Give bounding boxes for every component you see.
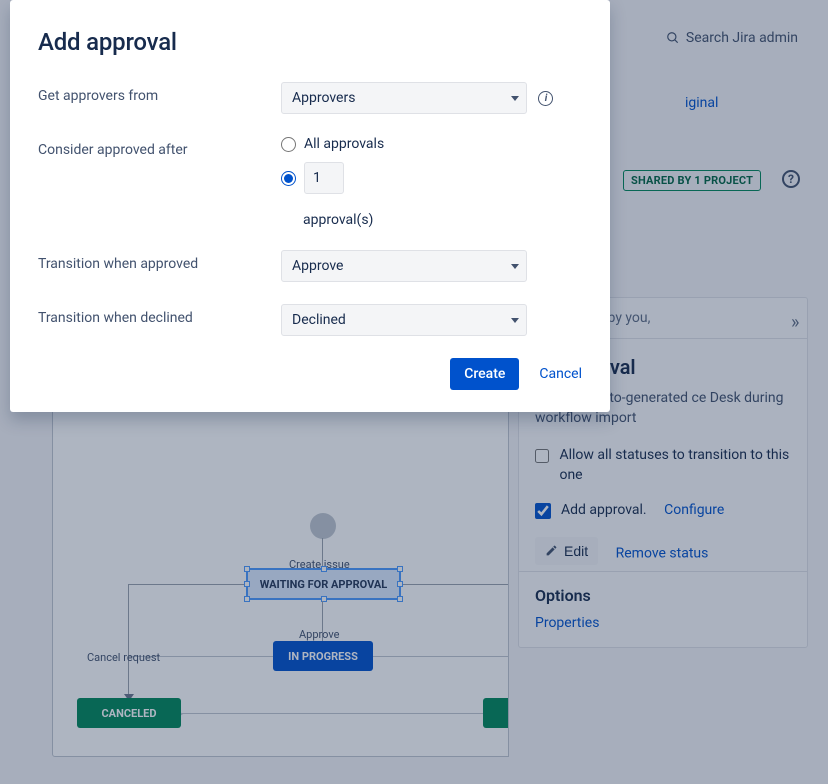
add-approval-modal: Add approval Get approvers from Approver… xyxy=(10,0,610,412)
approvers-select[interactable]: Approvers xyxy=(281,82,527,114)
transition-approved-select[interactable]: Approve xyxy=(281,250,527,282)
approval-suffix: approval(s) xyxy=(303,212,582,228)
all-approvals-label: All approvals xyxy=(304,136,384,152)
info-icon[interactable]: i xyxy=(538,91,553,106)
transition-declined-select[interactable]: Declined xyxy=(281,304,527,336)
count-approvals-radio[interactable] xyxy=(281,171,296,186)
all-approvals-option[interactable]: All approvals xyxy=(281,136,582,152)
cancel-button[interactable]: Cancel xyxy=(539,366,582,382)
count-approvals-option[interactable] xyxy=(281,162,582,194)
modal-title: Add approval xyxy=(38,28,582,56)
approval-count-input[interactable] xyxy=(304,162,344,194)
create-button[interactable]: Create xyxy=(450,358,519,390)
get-approvers-label: Get approvers from xyxy=(38,82,263,114)
transition-approved-label: Transition when approved xyxy=(38,250,263,282)
all-approvals-radio[interactable] xyxy=(281,137,296,152)
consider-approved-label: Consider approved after xyxy=(38,136,263,228)
transition-declined-label: Transition when declined xyxy=(38,304,263,336)
